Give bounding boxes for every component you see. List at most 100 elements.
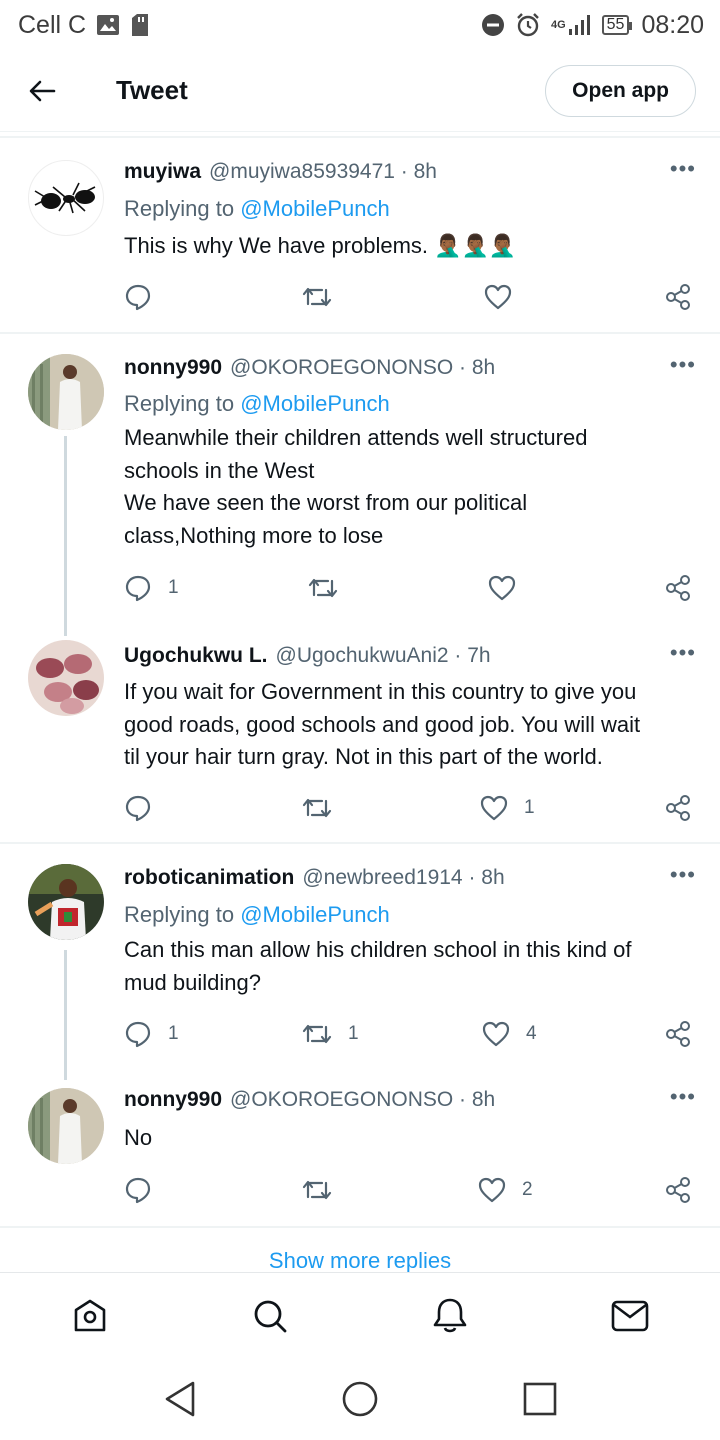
system-recents-button[interactable] — [500, 1358, 580, 1440]
tweet-actions: 1 — [124, 788, 696, 828]
share-button[interactable] — [664, 568, 692, 608]
triangle-back-icon — [165, 1381, 195, 1417]
signal-icon: 4G — [551, 14, 592, 36]
like-count: 2 — [522, 1179, 533, 1200]
reply-button[interactable]: 1 — [124, 568, 179, 608]
retweet-icon — [302, 1024, 332, 1044]
tweet-header: roboticanimation @newbreed1914 · 8h ••• — [124, 862, 696, 890]
reply-button[interactable] — [124, 1170, 168, 1210]
replying-to: Replying to @MobilePunch — [124, 902, 390, 928]
app-header: Tweet Open app — [0, 50, 720, 132]
square-recents-icon — [523, 1382, 557, 1416]
home-icon — [74, 1299, 106, 1331]
like-button[interactable]: 2 — [478, 1170, 533, 1210]
reply-button[interactable] — [124, 788, 168, 828]
like-count: 4 — [526, 1023, 537, 1044]
retweet-button[interactable]: 1 — [302, 1014, 359, 1054]
share-button[interactable] — [664, 1170, 692, 1210]
like-button[interactable]: 1 — [480, 788, 535, 828]
mention-link[interactable]: @MobilePunch — [240, 391, 390, 416]
more-options-icon[interactable]: ••• — [670, 640, 696, 666]
carrier-label: Cell C — [18, 10, 87, 39]
mail-icon — [611, 1300, 649, 1331]
share-button[interactable] — [664, 788, 692, 828]
handle-time: @newbreed1914 · 8h — [302, 866, 505, 889]
avatar[interactable] — [28, 864, 104, 940]
avatar[interactable] — [28, 354, 104, 430]
handle-time: @muyiwa85939471 · 8h — [209, 160, 437, 183]
divider — [0, 136, 720, 138]
reply-button[interactable] — [124, 277, 168, 317]
share-icon — [666, 575, 690, 601]
replying-label: Replying to — [124, 902, 235, 927]
tweet-actions: 1 1 4 — [124, 1014, 696, 1054]
retweet-icon — [302, 287, 332, 307]
avatar[interactable] — [28, 1088, 104, 1164]
tweet[interactable]: muyiwa @muyiwa85939471 · 8h ••• Replying… — [0, 142, 720, 332]
nav-notifications[interactable] — [405, 1273, 495, 1359]
display-name[interactable]: Ugochukwu L. — [124, 644, 268, 668]
tweet[interactable]: roboticanimation @newbreed1914 · 8h ••• … — [0, 846, 720, 1080]
back-button[interactable] — [0, 50, 84, 132]
display-name[interactable]: nonny990 — [124, 1088, 222, 1112]
nav-home[interactable] — [45, 1273, 135, 1359]
tweet-text: No — [124, 1125, 153, 1150]
display-name[interactable]: muyiwa — [124, 160, 201, 184]
tweet-text: If you wait for Government in this count… — [124, 676, 692, 774]
share-icon — [666, 1177, 690, 1203]
more-options-icon[interactable]: ••• — [670, 156, 696, 182]
like-count: 1 — [524, 797, 535, 818]
more-options-icon[interactable]: ••• — [670, 352, 696, 378]
battery-indicator: 55 — [601, 15, 633, 35]
handle-time: @UgochukwuAni2 · 7h — [275, 644, 491, 667]
reply-icon — [125, 575, 151, 602]
show-more-replies-link[interactable]: Show more replies — [0, 1248, 720, 1274]
avatar[interactable] — [28, 160, 104, 236]
tweet[interactable]: nonny990 @OKOROEGONONSO · 8h ••• No 2 — [0, 1072, 720, 1224]
like-button[interactable]: 4 — [482, 1014, 537, 1054]
more-options-icon[interactable]: ••• — [670, 1084, 696, 1110]
tweet-text: Meanwhile their children attends well st… — [124, 422, 692, 552]
share-icon — [666, 284, 690, 310]
search-icon — [254, 1300, 287, 1332]
retweet-button[interactable] — [302, 277, 348, 317]
retweet-button[interactable] — [302, 1170, 348, 1210]
tweet[interactable]: nonny990 @OKOROEGONONSO · 8h ••• Replyin… — [0, 336, 720, 636]
tweet-actions: 1 — [124, 568, 696, 608]
page-title: Tweet — [116, 75, 188, 105]
text-line: Meanwhile their children attends well st… — [124, 425, 588, 450]
share-button[interactable] — [664, 1014, 692, 1054]
mention-link[interactable]: @MobilePunch — [240, 196, 390, 221]
replying-label: Replying to — [124, 391, 235, 416]
share-icon — [666, 795, 690, 821]
thread-line — [64, 436, 67, 636]
share-button[interactable] — [664, 277, 692, 317]
text-line: Can this man allow his children school i… — [124, 937, 632, 962]
retweet-button[interactable] — [308, 568, 354, 608]
retweet-count: 1 — [348, 1023, 359, 1044]
text-line: class,Nothing more to lose — [124, 522, 384, 548]
like-button[interactable] — [484, 277, 528, 317]
share-icon — [666, 1021, 690, 1047]
nav-search[interactable] — [225, 1273, 315, 1359]
open-app-button[interactable]: Open app — [545, 65, 696, 117]
tweet-header: Ugochukwu L. @UgochukwuAni2 · 7h ••• — [124, 640, 696, 668]
text-line: schools in the West — [124, 457, 315, 483]
more-options-icon[interactable]: ••• — [670, 862, 696, 888]
nav-messages[interactable] — [585, 1273, 675, 1359]
text-line: mud building? — [124, 969, 261, 995]
tweet[interactable]: Ugochukwu L. @UgochukwuAni2 · 7h ••• If … — [0, 626, 720, 840]
retweet-icon — [302, 1180, 332, 1200]
retweet-button[interactable] — [302, 788, 348, 828]
reply-count: 1 — [168, 577, 179, 598]
system-home-button[interactable] — [320, 1358, 400, 1440]
avatar[interactable] — [28, 640, 104, 716]
mention-link[interactable]: @MobilePunch — [240, 902, 390, 927]
reply-button[interactable]: 1 — [124, 1014, 179, 1054]
display-name[interactable]: roboticanimation — [124, 866, 294, 890]
display-name[interactable]: nonny990 — [124, 356, 222, 380]
reply-icon — [125, 1021, 151, 1048]
reply-icon — [125, 795, 151, 822]
system-back-button[interactable] — [140, 1358, 220, 1440]
like-button[interactable] — [488, 568, 532, 608]
